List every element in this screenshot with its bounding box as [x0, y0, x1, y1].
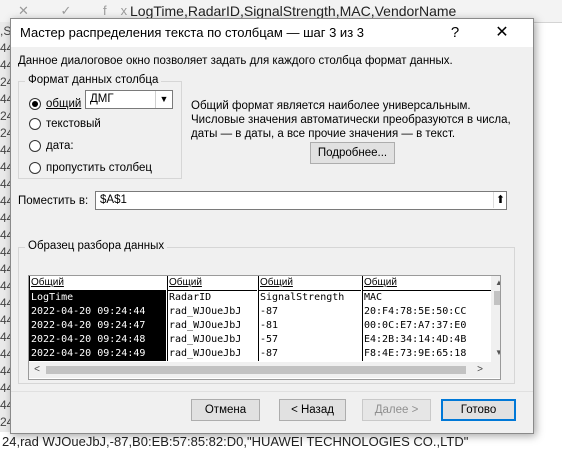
radio-date-label: дата:: [46, 140, 74, 152]
preview-cell: F8:4E:73:9E:65:18: [362, 347, 491, 361]
preview-column[interactable]: Общий LogTime 2022-04-20 09:24:44 2022-04-2…: [29, 276, 166, 362]
preview-cell: 20:F4:78:5E:50:CC: [362, 305, 491, 319]
preview-column[interactable]: Общий SignalStrength -87 -81 -57 -87: [258, 276, 361, 362]
date-format-select[interactable]: ДМГ ▼: [85, 90, 173, 109]
scroll-right-icon[interactable]: >: [472, 362, 488, 378]
preview-cell: -57: [258, 333, 361, 347]
scroll-thumb[interactable]: [46, 366, 466, 374]
preview-column-header[interactable]: Общий: [29, 276, 166, 291]
preview-column-header[interactable]: Общий: [258, 276, 361, 291]
cancel-button[interactable]: Отмена: [191, 399, 260, 421]
radio-date[interactable]: дата:: [29, 138, 74, 154]
preview-cell: 2022-04-20 09:24:47: [29, 319, 166, 333]
radio-general-label: общий: [46, 98, 82, 110]
preview-cell: LogTime: [29, 291, 166, 305]
finish-button[interactable]: Готово: [441, 399, 516, 421]
preview-cell: rad_WJOueJbJ: [167, 333, 257, 347]
destination-input[interactable]: $A$1: [95, 191, 507, 210]
data-preview-legend: Образец разбора данных: [25, 240, 168, 252]
preview-cell: 2022-04-20 09:24:49: [29, 347, 166, 361]
collapse-dialog-icon[interactable]: ⬆: [493, 192, 507, 208]
formula-bar-text[interactable]: LogTime,RadarID,SignalStrength,MAC,Vendo…: [130, 3, 456, 19]
preview-vertical-scrollbar[interactable]: ▲ ▼: [491, 276, 500, 362]
radio-date-indicator[interactable]: [29, 140, 41, 152]
destination-label: Поместить в:: [18, 195, 89, 207]
preview-column[interactable]: Общий MAC 20:F4:78:5E:50:CC 00:0C:E7:A7:37:…: [362, 276, 491, 362]
date-format-value: ДМГ: [90, 93, 114, 105]
back-button[interactable]: < Назад: [279, 399, 346, 421]
dialog-title: Мастер распределения текста по столбцам …: [20, 25, 364, 40]
formula-bar-icons: ✕ ✓ fx: [18, 3, 142, 18]
preview-cell: -87: [258, 305, 361, 319]
details-button[interactable]: Подробнее...: [310, 142, 395, 164]
chevron-down-icon[interactable]: ▼: [155, 91, 172, 108]
preview-cell: rad_WJOueJbJ: [167, 347, 257, 361]
radio-general[interactable]: общий: [29, 96, 81, 112]
preview-cell: rad_WJOueJbJ: [167, 305, 257, 319]
intro-text: Данное диалоговое окно позволяет задать …: [18, 55, 453, 67]
preview-cell: 2022-04-20 09:24:48: [29, 333, 166, 347]
radio-text-indicator[interactable]: [29, 118, 41, 130]
general-format-description: Общий формат является наиболее универсал…: [191, 100, 511, 140]
preview-cell: E4:2B:34:14:4D:4B: [362, 333, 491, 347]
preview-horizontal-scrollbar[interactable]: < >: [29, 362, 500, 378]
scroll-left-icon[interactable]: <: [29, 362, 45, 378]
help-button[interactable]: ?: [441, 22, 469, 44]
radio-general-indicator[interactable]: [29, 98, 41, 110]
sheet-row-text[interactable]: 24,rad WJOueJbJ,-87,B0:EB:57:85:82:D0,"H…: [0, 432, 562, 451]
data-preview-group: Образец разбора данных Общий LogTime 2022-…: [18, 240, 515, 384]
scroll-thumb[interactable]: [494, 291, 500, 305]
radio-skip-indicator[interactable]: [29, 162, 41, 174]
radio-skip-label: пропустить столбец: [46, 162, 152, 174]
radio-text-label: текстовый: [46, 118, 101, 130]
scroll-up-icon[interactable]: ▲: [491, 276, 500, 290]
next-button[interactable]: Далее >: [362, 399, 431, 421]
preview-cell: SignalStrength: [258, 291, 361, 305]
preview-column-header[interactable]: Общий: [362, 276, 491, 291]
preview-cell: 2022-04-20 09:24:44: [29, 305, 166, 319]
radio-text[interactable]: текстовый: [29, 116, 101, 132]
column-format-legend: Формат данных столбца: [25, 74, 162, 86]
scroll-down-icon[interactable]: ▼: [491, 346, 500, 360]
title-bar: Мастер распределения текста по столбцам …: [11, 19, 533, 47]
preview-cell: RadarID: [167, 291, 257, 305]
preview-column-header[interactable]: Общий: [167, 276, 257, 291]
preview-cell: MAC: [362, 291, 491, 305]
preview-cell: rad_WJOueJbJ: [167, 319, 257, 333]
preview-cell: -87: [258, 347, 361, 361]
close-button[interactable]: ✕: [487, 22, 517, 44]
radio-skip[interactable]: пропустить столбец: [29, 160, 152, 176]
data-preview[interactable]: Общий LogTime 2022-04-20 09:24:44 2022-04-2…: [28, 275, 501, 380]
text-to-columns-dialog: Мастер распределения текста по столбцам …: [10, 18, 534, 434]
footer-separator: [11, 391, 533, 392]
preview-cell: 00:0C:E7:A7:37:E0: [362, 319, 491, 333]
preview-column[interactable]: Общий RadarID rad_WJOueJbJ rad_WJOueJbJ rad_…: [167, 276, 257, 362]
preview-cell: -81: [258, 319, 361, 333]
